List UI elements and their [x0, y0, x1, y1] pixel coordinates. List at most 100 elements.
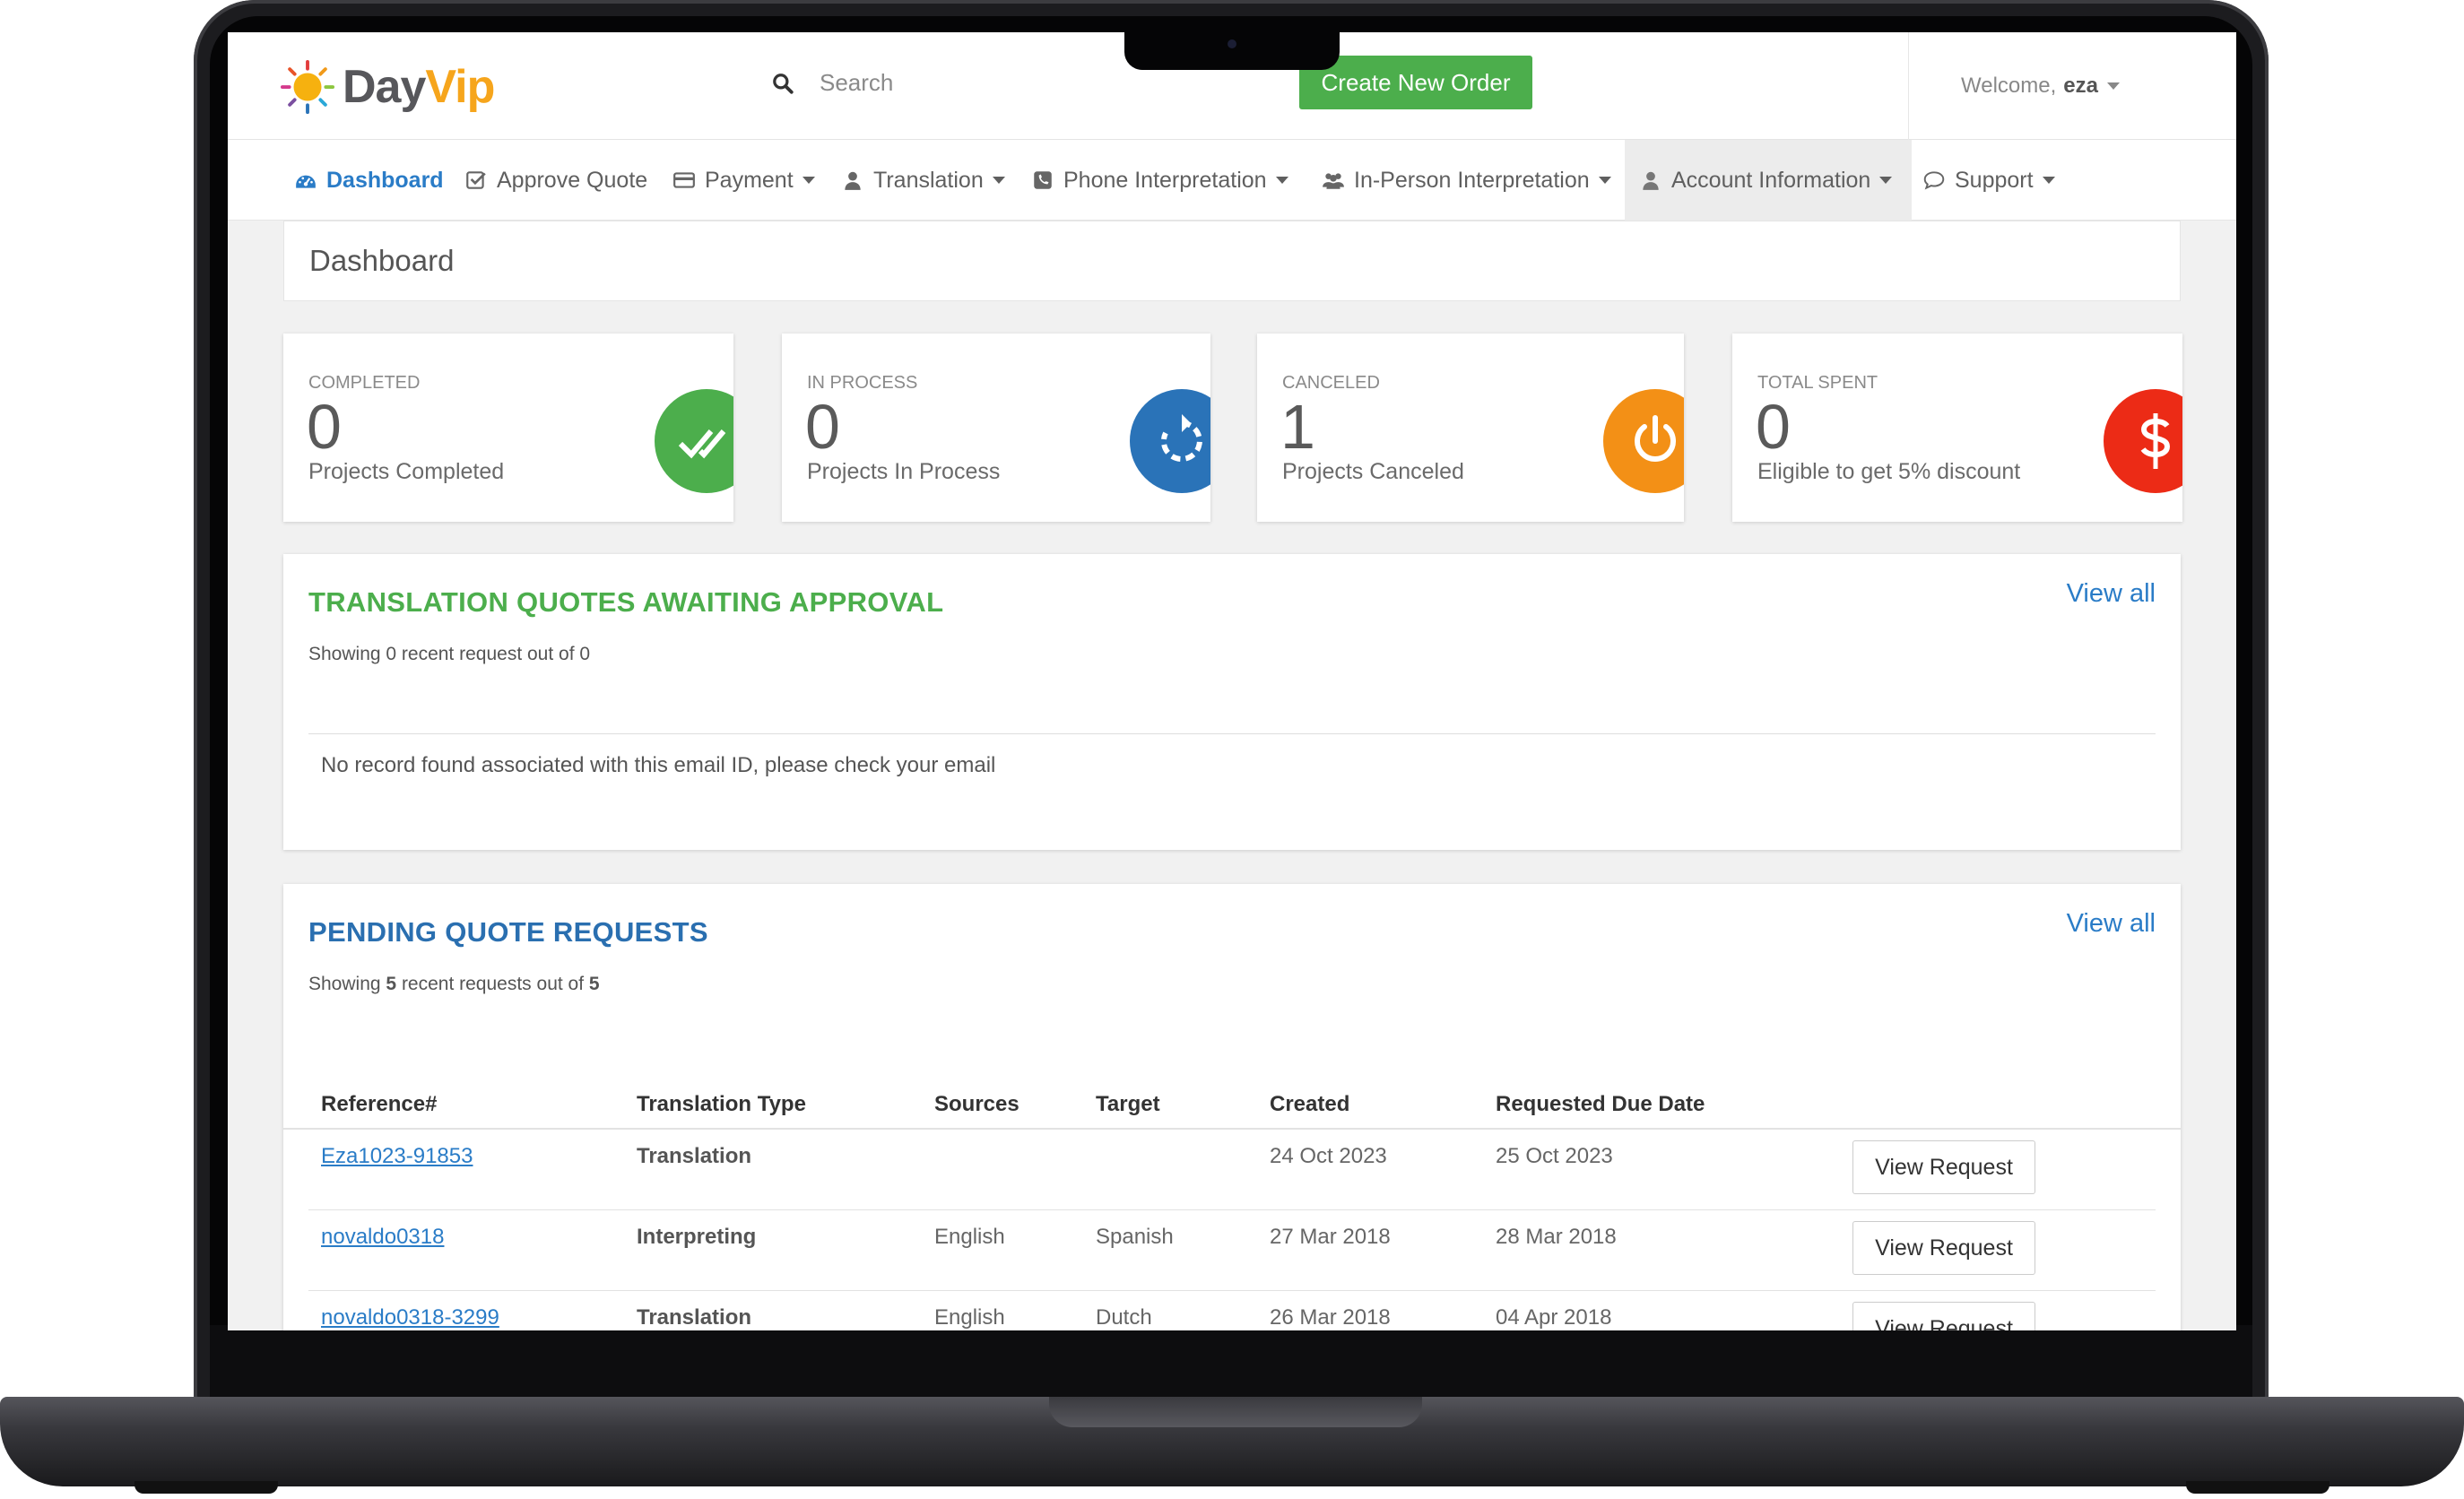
nav-translation-label: Translation — [873, 167, 984, 193]
target-language: Dutch — [1096, 1305, 1152, 1330]
power-icon — [1635, 415, 1676, 462]
showing-count: 5 — [386, 974, 397, 994]
stat-card-completed: COMPLETED 0 Projects Completed — [283, 334, 733, 522]
chevron-down-icon — [1598, 177, 1611, 184]
due-date: 25 Oct 2023 — [1496, 1144, 1613, 1168]
user-menu[interactable]: Welcome, eza — [1908, 32, 2236, 140]
stat-card-canceled: CANCELED 1 Projects Canceled — [1257, 334, 1684, 522]
view-request-button[interactable]: View Request — [1852, 1140, 2035, 1194]
column-reference: Reference# — [321, 1092, 438, 1116]
column-created: Created — [1270, 1092, 1350, 1116]
camera-icon — [1228, 39, 1236, 48]
showing-middle: recent requests out of — [401, 974, 585, 994]
chevron-down-icon — [1879, 177, 1893, 184]
completed-badge — [655, 389, 733, 493]
stat-value: 1 — [1280, 392, 1315, 462]
chevron-down-icon — [2042, 177, 2055, 184]
stat-description: Eligible to get 5% discount — [1757, 459, 2021, 484]
translation-type: Interpreting — [637, 1225, 757, 1249]
comment-icon — [1923, 171, 1945, 190]
showing-prefix: Showing — [308, 974, 381, 994]
created-date: 27 Mar 2018 — [1270, 1225, 1391, 1249]
nav-support-label: Support — [1955, 167, 2034, 193]
logo-day: Day — [343, 61, 426, 113]
stat-description: Projects Completed — [308, 459, 505, 484]
translation-type: Translation — [637, 1144, 752, 1168]
search-input[interactable] — [818, 68, 1141, 98]
double-check-icon — [678, 429, 726, 459]
credit-card-icon — [673, 172, 695, 188]
dollar-icon — [2140, 413, 2171, 469]
translation-quotes-title: TRANSLATION QUOTES AWAITING APPROVAL — [308, 586, 944, 618]
users-icon — [1323, 173, 1344, 189]
divider — [308, 733, 2156, 734]
translation-type: Translation — [637, 1305, 752, 1330]
refresh-icon — [1160, 414, 1202, 462]
daypip-logo[interactable]: DayVip — [280, 59, 495, 115]
page-title-text: Dashboard — [309, 244, 455, 277]
nav-translation[interactable]: Translation — [841, 140, 1005, 221]
search-box[interactable] — [771, 68, 1141, 98]
stat-description: Projects Canceled — [1282, 459, 1464, 484]
camera-notch — [1124, 32, 1340, 70]
reference-link[interactable]: novaldo0318 — [321, 1225, 444, 1250]
showing-total: 5 — [588, 974, 600, 994]
stat-card-in-process: IN PROCESS 0 Projects In Process — [782, 334, 1210, 522]
column-translation-type: Translation Type — [637, 1092, 806, 1116]
nav-account-information[interactable]: Account Information — [1625, 140, 1912, 221]
chevron-down-icon — [2106, 82, 2120, 90]
column-target: Target — [1096, 1092, 1160, 1116]
table-row: novaldo0318 Interpreting English Spanish… — [308, 1210, 2156, 1291]
page-title: Dashboard — [283, 221, 2181, 301]
stat-value: 0 — [805, 392, 840, 462]
no-record-message: No record found associated with this ema… — [321, 753, 996, 777]
view-request-button[interactable]: View Request — [1852, 1221, 2035, 1275]
nav-phone-interpretation[interactable]: Phone Interpretation — [1031, 140, 1288, 221]
translation-quotes-panel: TRANSLATION QUOTES AWAITING APPROVAL Vie… — [283, 554, 2181, 850]
canceled-badge — [1603, 389, 1684, 493]
column-requested-due-date: Requested Due Date — [1496, 1092, 1705, 1116]
source-language: English — [934, 1225, 1005, 1249]
nav-approve-quote[interactable]: Approve Quote — [464, 140, 647, 221]
reference-link[interactable]: Eza1023-91853 — [321, 1144, 473, 1169]
screen: DayVip Create New Order Welcome, eza Das… — [228, 32, 2236, 1330]
laptop-foot-right — [2186, 1481, 2330, 1494]
reference-link[interactable]: novaldo0318-3299 — [321, 1305, 499, 1330]
created-date: 24 Oct 2023 — [1270, 1144, 1387, 1168]
pending-quote-requests-panel: PENDING QUOTE REQUESTS View all Showing … — [283, 884, 2181, 1330]
view-request-button[interactable]: View Request — [1852, 1302, 2035, 1330]
nav-in-person-interpretation[interactable]: In-Person Interpretation — [1322, 140, 1611, 221]
due-date: 04 Apr 2018 — [1496, 1305, 1612, 1330]
user-icon — [845, 171, 861, 190]
logo-text: DayVip — [343, 60, 495, 114]
column-sources: Sources — [934, 1092, 1019, 1116]
laptop-opening-notch — [1049, 1397, 1422, 1427]
nav-dashboard[interactable]: Dashboard — [294, 140, 444, 221]
target-language: Spanish — [1096, 1225, 1174, 1249]
logo-vip: Vip — [425, 61, 495, 113]
nav-account-information-label: Account Information — [1671, 167, 1871, 193]
welcome-label: Welcome, — [1961, 74, 2057, 98]
nav-in-person-interpretation-label: In-Person Interpretation — [1354, 167, 1590, 193]
laptop-chin — [210, 1325, 2252, 1408]
nav-payment-label: Payment — [705, 167, 794, 193]
nav-phone-interpretation-label: Phone Interpretation — [1063, 167, 1267, 193]
nav-payment[interactable]: Payment — [672, 140, 815, 221]
in-process-badge — [1130, 389, 1210, 493]
total-spent-badge — [2104, 389, 2182, 493]
view-all-pending-link[interactable]: View all — [2067, 909, 2156, 939]
phone-square-icon — [1034, 171, 1052, 189]
stat-description: Projects In Process — [807, 459, 1001, 484]
table-row: novaldo0318-3299 Translation English Dut… — [308, 1291, 2156, 1330]
nav-support[interactable]: Support — [1922, 140, 2055, 221]
table-row: Eza1023-91853 Translation 24 Oct 2023 25… — [308, 1130, 2156, 1210]
view-all-quotes-link[interactable]: View all — [2067, 579, 2156, 609]
stat-value: 0 — [1756, 392, 1791, 462]
pending-requests-title: PENDING QUOTE REQUESTS — [308, 916, 708, 948]
dashboard-gauge-icon — [296, 175, 316, 188]
sun-logo-icon — [280, 59, 335, 115]
pending-showing-text: Showing 5 recent requests out of 5 — [308, 974, 600, 995]
created-date: 26 Mar 2018 — [1270, 1305, 1391, 1330]
chevron-down-icon — [1275, 177, 1288, 184]
stat-card-total-spent: TOTAL SPENT 0 Eligible to get 5% discoun… — [1732, 334, 2182, 522]
